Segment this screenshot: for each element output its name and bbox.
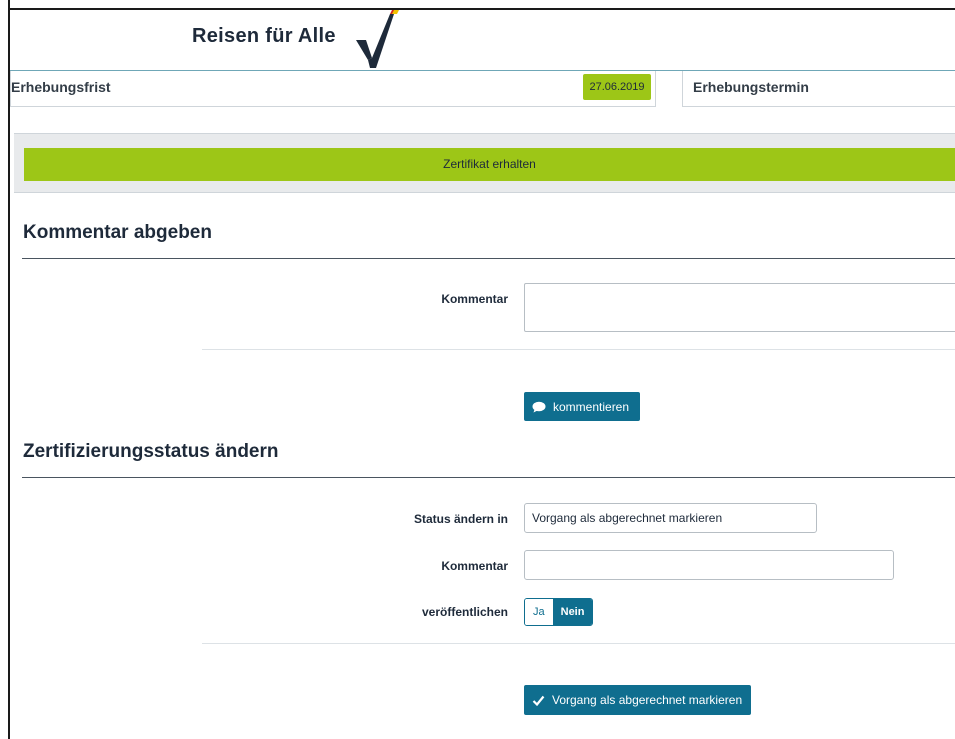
comment-label: Kommentar — [441, 292, 508, 306]
status-panel: Zertifikat erhalten — [14, 133, 955, 193]
comment-form-divider — [202, 349, 955, 350]
status-change-select[interactable]: Vorgang als abgerechnet markieren — [524, 503, 817, 533]
header — [10, 10, 955, 70]
comment-submit-button[interactable]: kommentieren — [524, 392, 640, 421]
status-comment-input[interactable] — [524, 550, 894, 580]
status-section-divider — [22, 477, 955, 478]
speech-bubble-icon — [532, 401, 546, 412]
status-form-divider — [202, 643, 955, 644]
status-comment-label: Kommentar — [441, 559, 508, 573]
comment-section-divider — [22, 258, 955, 259]
erhebungsfrist-label: Erhebungsfrist — [11, 79, 111, 95]
status-change-label: Status ändern in — [413, 512, 508, 526]
comment-section-title: Kommentar abgeben — [23, 222, 212, 243]
mark-settled-button[interactable]: Vorgang als abgerechnet markieren — [524, 685, 751, 715]
erhebungsfrist-panel: Erhebungsfrist 27.06.2019 — [10, 71, 656, 107]
publish-toggle: Ja Nein — [524, 598, 594, 626]
comment-textarea[interactable] — [524, 283, 955, 332]
status-bar: Zertifikat erhalten — [24, 148, 955, 181]
checkmark-icon — [532, 695, 545, 706]
comment-submit-label: kommentieren — [553, 399, 630, 414]
logo-mark-icon — [356, 10, 399, 68]
erhebungstermin-panel: Erhebungstermin — [682, 71, 955, 107]
logo-text: Reisen für Alle — [192, 25, 336, 47]
publish-label: veröffentlichen — [421, 605, 508, 619]
publish-option-ja[interactable]: Ja — [525, 599, 553, 625]
erhebungsfrist-date-badge: 27.06.2019 — [583, 74, 651, 100]
window-border-left — [8, 0, 10, 739]
publish-option-nein[interactable]: Nein — [552, 599, 593, 625]
mark-settled-label: Vorgang als abgerechnet markieren — [552, 693, 743, 707]
erhebungstermin-label: Erhebungstermin — [693, 79, 809, 95]
status-section-title: Zertifizierungsstatus ändern — [23, 441, 279, 462]
